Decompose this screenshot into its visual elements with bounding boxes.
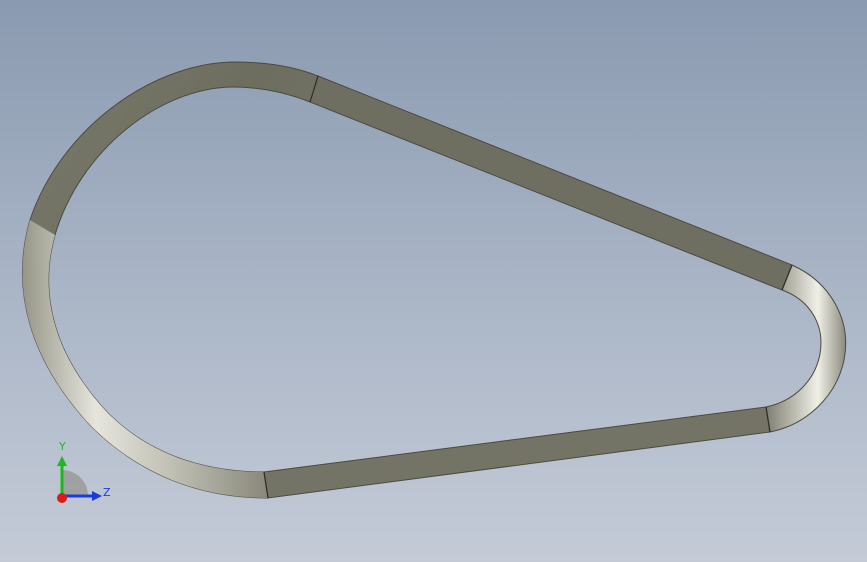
z-axis-label: Z — [103, 486, 111, 499]
small-pulley-arc[interactable] — [765, 264, 847, 433]
large-pulley-arc[interactable] — [22, 61, 319, 499]
orientation-triad[interactable]: Y Z — [40, 436, 130, 516]
y-axis-label: Y — [58, 440, 66, 453]
y-arrow-icon — [57, 456, 67, 466]
belt-model[interactable] — [0, 0, 867, 562]
lower-straight[interactable] — [263, 406, 771, 499]
x-axis-icon — [57, 493, 67, 503]
z-arrow-icon — [92, 491, 102, 501]
triad-plane — [62, 470, 88, 496]
upper-straight[interactable] — [309, 75, 793, 291]
3d-viewport[interactable]: Y Z — [0, 0, 867, 562]
